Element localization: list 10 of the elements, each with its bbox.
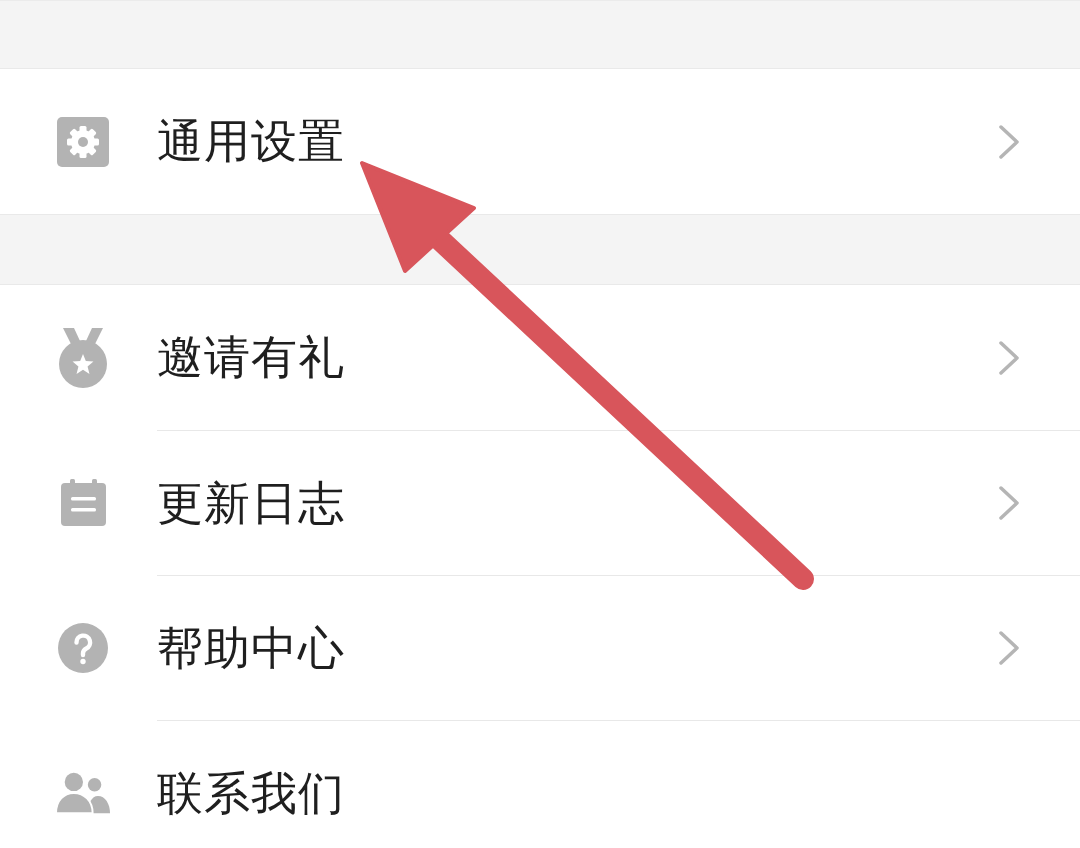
menu-item[interactable]: 联系我们 [0, 720, 1080, 848]
menu-item[interactable]: 通用设置 [0, 69, 1080, 214]
settings-icon [57, 116, 109, 167]
menu-item[interactable]: 更新日志 [0, 430, 1080, 575]
menu-item[interactable]: 邀请有礼 [0, 285, 1080, 430]
calendar-icon [60, 479, 106, 526]
menu-item[interactable]: 帮助中心 [0, 575, 1080, 720]
people-icon [56, 771, 110, 814]
medal-icon [59, 327, 107, 388]
help-icon [58, 622, 108, 673]
